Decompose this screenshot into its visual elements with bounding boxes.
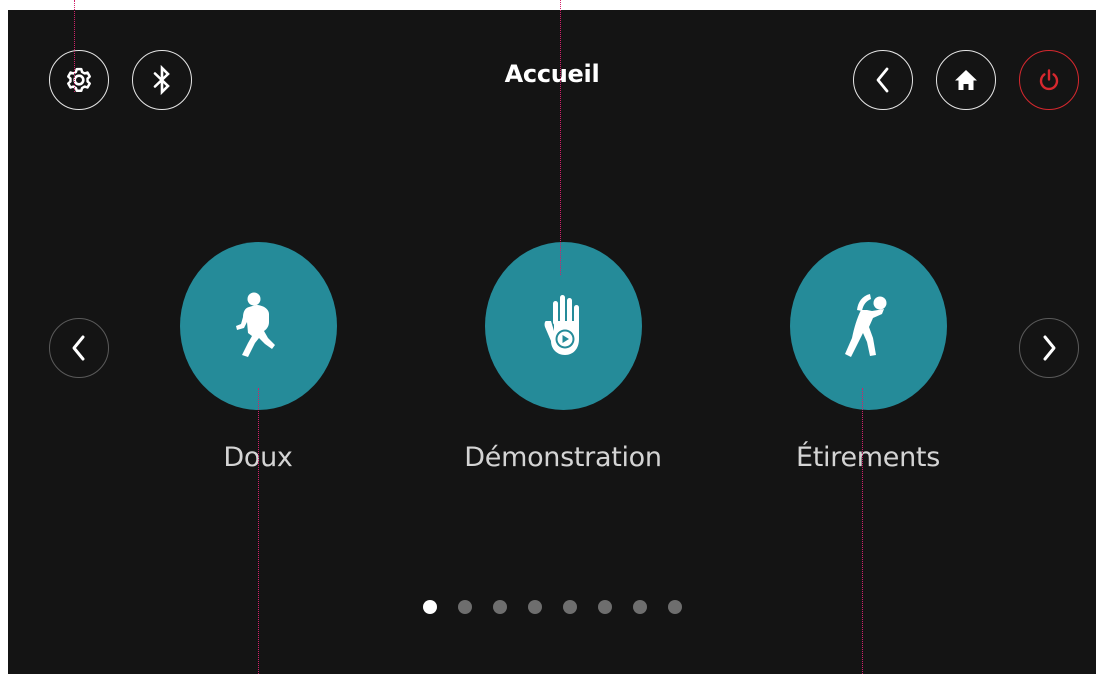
page-dot[interactable]	[562, 600, 577, 614]
home-icon	[955, 70, 977, 90]
mode-icon-circle	[179, 242, 337, 410]
back-button[interactable]	[853, 50, 913, 110]
page-dot[interactable]	[632, 600, 647, 614]
chevron-left-icon	[876, 67, 889, 93]
power-icon	[1039, 69, 1059, 91]
page-dot[interactable]	[492, 600, 507, 614]
stretching-icon	[845, 294, 887, 357]
page-dot[interactable]	[667, 600, 682, 614]
mode-label: Doux	[223, 442, 293, 473]
home-screen: Accueil Doux Démonstration Étirements	[8, 10, 1096, 674]
page-indicator	[8, 600, 1096, 614]
mode-label: Étirements	[796, 442, 940, 473]
mode-doux[interactable]: Doux	[158, 242, 358, 473]
hand-play-icon	[544, 295, 579, 355]
gentle-walk-icon	[236, 292, 275, 357]
page-dot[interactable]	[597, 600, 612, 614]
power-button[interactable]	[1019, 50, 1079, 110]
mode-demonstration[interactable]: Démonstration	[463, 242, 663, 473]
chevron-right-icon	[1043, 335, 1056, 361]
mode-icon-circle	[484, 242, 642, 410]
page-title: Accueil	[504, 60, 600, 88]
mode-icon-circle	[789, 242, 947, 410]
home-button[interactable]	[936, 50, 996, 110]
page-dot-active[interactable]	[422, 600, 437, 614]
chevron-left-icon	[72, 335, 85, 361]
carousel-prev-button[interactable]	[49, 318, 109, 378]
mode-label: Démonstration	[464, 442, 662, 473]
page-dot[interactable]	[457, 600, 472, 614]
mode-etirements[interactable]: Étirements	[768, 242, 968, 473]
carousel-next-button[interactable]	[1019, 318, 1079, 378]
page-dot[interactable]	[527, 600, 542, 614]
